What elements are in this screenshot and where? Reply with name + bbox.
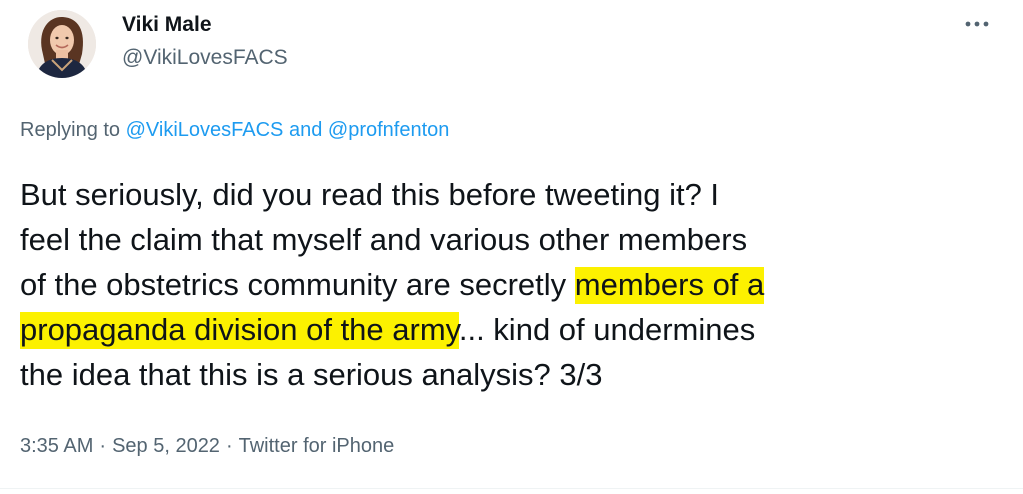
mention-link-vikilovesfacs[interactable]: @VikiLovesFACS	[126, 119, 284, 141]
tweet-source[interactable]: Twitter for iPhone	[239, 435, 395, 457]
profile-photo-icon	[28, 10, 96, 78]
more-options-button[interactable]	[955, 10, 999, 38]
tweet-text-line-3: of the obstetrics community are secretly…	[20, 262, 1010, 307]
tweet-text-segment: ... kind of undermines	[458, 312, 756, 347]
meta-separator: ·	[225, 435, 233, 457]
tweet-date[interactable]: Sep 5, 2022	[112, 435, 220, 457]
tweet-metadata: 3:35 AM · Sep 5, 2022 · Twitter for iPhone	[20, 435, 394, 458]
divider	[0, 488, 1023, 489]
replying-to-label: Replying to	[20, 119, 121, 141]
more-options-icon	[965, 21, 989, 27]
tweet-text-line-4: propaganda division of the army... kind …	[20, 307, 1010, 352]
tweet-text-line-2: feel the claim that myself and various o…	[20, 222, 748, 257]
tweet-text: But seriously, did you read this before …	[20, 172, 1010, 397]
highlighted-text: members of a	[574, 267, 765, 304]
tweet-time[interactable]: 3:35 AM	[20, 435, 93, 457]
author-avatar[interactable]	[28, 10, 96, 78]
tweet-text-line-5: the idea that this is a serious analysis…	[20, 357, 603, 392]
tweet-text-line-1: But seriously, did you read this before …	[20, 177, 720, 212]
meta-separator: ·	[99, 435, 107, 457]
replying-to: Replying to @VikiLovesFACS and @profnfen…	[20, 119, 449, 142]
tweet-card: Viki Male @VikiLovesFACS Replying to @Vi…	[0, 0, 1023, 494]
author-handle[interactable]: @VikiLovesFACS	[122, 46, 288, 70]
author-display-name[interactable]: Viki Male	[122, 13, 212, 37]
replying-to-and: and	[288, 119, 323, 141]
tweet-text-segment: of the obstetrics community are secretly	[20, 267, 575, 302]
highlighted-text: propaganda division of the army	[20, 312, 459, 349]
mention-link-profnfenton[interactable]: @profnfenton	[328, 119, 450, 141]
